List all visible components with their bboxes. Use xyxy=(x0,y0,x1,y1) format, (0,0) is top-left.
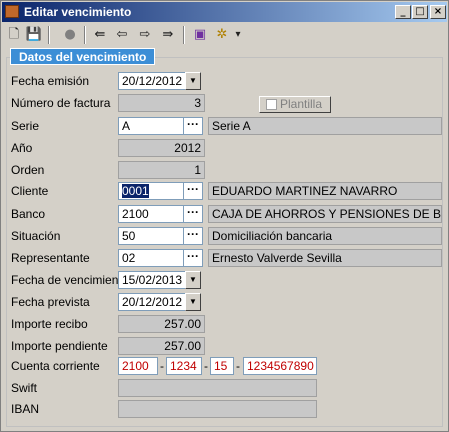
fecha-emision-dropdown-icon[interactable]: ▼ xyxy=(185,72,201,90)
fecha-prevista-dropdown-icon[interactable]: ▼ xyxy=(185,293,201,311)
next-icon[interactable]: ⇨ xyxy=(135,25,155,45)
cliente-name-field: EDUARDO MARTINEZ NAVARRO xyxy=(208,182,442,200)
plantilla-checkbox: Plantilla xyxy=(259,96,331,113)
fecha-prevista-field[interactable]: 20/12/2012 xyxy=(118,293,186,311)
serie-lookup-button[interactable]: ··· xyxy=(184,117,203,135)
orden-field: 1 xyxy=(118,161,205,179)
numero-factura-field: 3 xyxy=(118,94,205,112)
book-icon[interactable]: ▣ xyxy=(190,25,210,45)
situacion-name-field: Domiciliación bancaria xyxy=(208,227,442,245)
numero-factura-label: Número de factura xyxy=(11,96,111,110)
new-icon[interactable]: 🗋 xyxy=(4,25,24,45)
banco-code-field[interactable]: 2100 xyxy=(118,205,184,223)
anio-field: 2012 xyxy=(118,139,205,157)
title-bar: Editar vencimiento _ □ × xyxy=(2,2,447,22)
orden-label: Orden xyxy=(11,163,45,177)
app-icon xyxy=(5,5,19,18)
checkbox-icon xyxy=(266,99,277,110)
fecha-vencimiento-dropdown-icon[interactable]: ▼ xyxy=(185,271,201,289)
fecha-emision-field[interactable]: 20/12/2012 xyxy=(118,72,186,90)
save-icon[interactable]: 💾 xyxy=(24,25,44,45)
situacion-label: Situación xyxy=(11,229,61,243)
toolbar: 🗋 💾 ● ⇚ ⇦ ⇨ ⇛ ▣ ✲ ▾ xyxy=(2,23,447,47)
banco-name-field: CAJA DE AHORROS Y PENSIONES DE BARCE xyxy=(208,205,442,223)
serie-name-field: Serie A xyxy=(208,117,442,135)
fecha-vencimiento-label: Fecha de vencimiento xyxy=(11,273,129,287)
cc-separator: - xyxy=(236,359,240,373)
swift-label: Swift xyxy=(11,381,38,395)
delete-icon[interactable]: ● xyxy=(60,25,80,45)
cc-dc-field[interactable]: 15 xyxy=(210,357,234,375)
cuenta-corriente-label: Cuenta corriente xyxy=(11,359,100,373)
fecha-prevista-label: Fecha prevista xyxy=(11,295,90,309)
settings-icon[interactable]: ✲ xyxy=(212,25,232,45)
cc-cuenta-field[interactable]: 1234567890 xyxy=(243,357,317,375)
cliente-code-selection: 0001 xyxy=(122,184,149,198)
toolbar-separator xyxy=(84,26,86,44)
importe-recibo-field: 257.00 xyxy=(118,315,205,333)
toolbar-separator xyxy=(183,26,185,44)
prev-icon[interactable]: ⇦ xyxy=(112,25,132,45)
toolbar-separator xyxy=(48,26,50,44)
cc-entidad-field[interactable]: 2100 xyxy=(118,357,158,375)
cliente-lookup-button[interactable]: ··· xyxy=(184,182,203,200)
close-button[interactable]: × xyxy=(430,5,446,19)
plantilla-label: Plantilla xyxy=(280,97,323,111)
serie-code-field[interactable]: A xyxy=(118,117,184,135)
importe-pendiente-label: Importe pendiente xyxy=(11,339,108,353)
edit-window: Editar vencimiento _ □ × 🗋 💾 ● ⇚ ⇦ ⇨ ⇛ ▣… xyxy=(0,0,449,432)
minimize-button[interactable]: _ xyxy=(395,5,411,19)
importe-recibo-label: Importe recibo xyxy=(11,317,88,331)
importe-pendiente-field: 257.00 xyxy=(118,337,205,355)
representante-name-field: Ernesto Valverde Sevilla xyxy=(208,249,442,267)
anio-label: Año xyxy=(11,141,33,155)
banco-lookup-button[interactable]: ··· xyxy=(184,205,203,223)
swift-field[interactable] xyxy=(118,379,317,397)
iban-field[interactable] xyxy=(118,400,317,418)
cc-separator: - xyxy=(160,359,164,373)
iban-label: IBAN xyxy=(11,402,40,416)
representante-code-field[interactable]: 02 xyxy=(118,249,184,267)
cc-separator: - xyxy=(204,359,208,373)
cliente-code-field[interactable]: 0001 xyxy=(118,182,184,200)
group-header: Datos del vencimiento xyxy=(10,48,156,65)
representante-label: Representante xyxy=(11,251,90,265)
banco-label: Banco xyxy=(11,207,46,221)
fecha-emision-label: Fecha emisión xyxy=(11,74,90,88)
first-icon[interactable]: ⇚ xyxy=(90,25,110,45)
situacion-lookup-button[interactable]: ··· xyxy=(184,227,203,245)
situacion-code-field[interactable]: 50 xyxy=(118,227,184,245)
settings-dropdown-icon[interactable]: ▾ xyxy=(232,25,244,45)
fecha-vencimiento-field[interactable]: 15/02/2013 xyxy=(118,271,186,289)
last-icon[interactable]: ⇛ xyxy=(158,25,178,45)
serie-label: Serie xyxy=(11,119,40,133)
cc-oficina-field[interactable]: 1234 xyxy=(166,357,202,375)
maximize-button[interactable]: □ xyxy=(412,5,428,19)
cliente-label: Cliente xyxy=(11,184,49,198)
representante-lookup-button[interactable]: ··· xyxy=(184,249,203,267)
window-title: Editar vencimiento xyxy=(24,5,132,19)
